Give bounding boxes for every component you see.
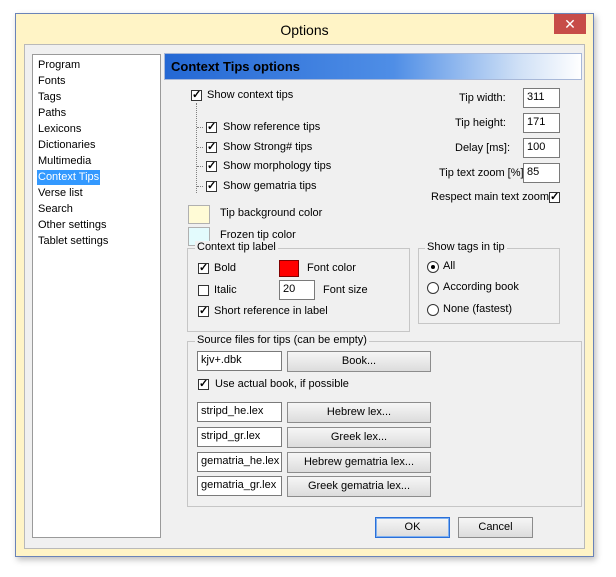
sidebar-item-lexicons[interactable]: Lexicons [37,122,82,137]
show-strong-tips-checkbox[interactable]: ✓ [206,142,217,153]
dialog-client-area: Program Fonts Tags Paths Lexicons Dictio… [24,44,585,549]
sidebar-item-fonts[interactable]: Fonts [37,74,67,89]
tip-text-zoom-field[interactable]: 85 [523,163,560,183]
tip-height-label: Tip height: [455,117,506,129]
respect-main-text-zoom-label: Respect main text zoom [431,191,549,203]
radio-selected-dot [431,265,435,269]
close-icon: ✕ [564,16,576,32]
show-tags-all-label: All [443,260,456,272]
short-reference-label: Short reference in label [214,305,328,317]
greek-gematria-lex-button[interactable]: Greek gematria lex... [287,476,431,497]
options-window: Options ✕ Program Fonts Tags Paths Lexic… [15,13,594,557]
font-size-field[interactable]: 20 [279,280,315,300]
show-tags-none-label: None (fastest) [443,303,513,315]
bold-checkbox[interactable]: ✓ [198,263,209,274]
source-files-group-title: Source files for tips (can be empty) [195,334,369,346]
greek-gematria-lex-field[interactable]: gematria_gr.lex [197,476,282,496]
sidebar-item-search[interactable]: Search [37,202,74,217]
sidebar-item-tablet-settings[interactable]: Tablet settings [37,234,109,249]
tree-branch [197,166,203,167]
font-color-label: Font color [307,262,356,274]
use-actual-book-label: Use actual book, if possible [215,378,349,390]
bold-label: Bold [214,262,237,274]
italic-checkbox[interactable] [198,285,209,296]
sidebar-item-other-settings[interactable]: Other settings [37,218,107,233]
use-actual-book-checkbox[interactable]: ✓ [198,379,209,390]
show-tags-according-book-radio[interactable] [427,282,439,294]
show-tags-according-book-label: According book [443,281,519,293]
section-title: Context Tips options [171,59,301,74]
font-color-swatch[interactable] [279,260,299,277]
tip-width-field[interactable]: 311 [523,88,560,108]
hebrew-gematria-lex-button[interactable]: Hebrew gematria lex... [287,452,431,473]
respect-main-text-zoom-checkbox[interactable]: ✓ [549,192,560,203]
hebrew-lex-button[interactable]: Hebrew lex... [287,402,431,423]
frozen-tip-color-label: Frozen tip color [220,229,296,241]
greek-lex-field[interactable]: stripd_gr.lex [197,427,282,447]
sidebar-item-paths[interactable]: Paths [37,106,67,121]
tip-height-field[interactable]: 171 [523,113,560,133]
show-morphology-tips-checkbox[interactable]: ✓ [206,161,217,172]
ok-button[interactable]: OK [375,517,450,538]
cancel-button[interactable]: Cancel [458,517,533,538]
tree-branch [197,127,203,128]
delay-label: Delay [ms]: [455,142,511,154]
hebrew-gematria-lex-field[interactable]: gematria_he.lex [197,452,282,472]
show-reference-tips-label: Show reference tips [223,121,321,133]
sidebar-item-multimedia[interactable]: Multimedia [37,154,92,169]
show-gematria-tips-checkbox[interactable]: ✓ [206,181,217,192]
tree-connector [196,103,197,193]
show-tags-group-title: Show tags in tip [425,241,507,253]
greek-lex-button[interactable]: Greek lex... [287,427,431,448]
hebrew-lex-field[interactable]: stripd_he.lex [197,402,282,422]
short-reference-checkbox[interactable]: ✓ [198,306,209,317]
italic-label: Italic [214,284,237,296]
sidebar-item-tags[interactable]: Tags [37,90,62,105]
sidebar-item-program[interactable]: Program [37,58,81,73]
show-context-tips-checkbox[interactable]: ✓ [191,90,202,101]
tree-branch [197,147,203,148]
context-tip-label-group-title: Context tip label [195,241,278,253]
category-list[interactable]: Program Fonts Tags Paths Lexicons Dictio… [32,54,161,538]
tip-background-color-swatch[interactable] [188,205,210,224]
show-context-tips-label: Show context tips [207,89,294,101]
title-bar[interactable]: Options ✕ [16,14,593,44]
tip-background-color-label: Tip background color [220,207,323,219]
tip-text-zoom-label: Tip text zoom [%] [439,167,524,179]
font-size-label: Font size [323,284,368,296]
delay-field[interactable]: 100 [523,138,560,158]
close-button[interactable]: ✕ [554,14,586,34]
sidebar-item-verse-list[interactable]: Verse list [37,186,84,201]
book-button[interactable]: Book... [287,351,431,372]
show-tags-all-radio[interactable] [427,261,439,273]
section-header: Context Tips options [164,53,582,80]
book-file-field[interactable]: kjv+.dbk [197,351,282,371]
tree-branch [197,186,203,187]
sidebar-item-dictionaries[interactable]: Dictionaries [37,138,96,153]
show-reference-tips-checkbox[interactable]: ✓ [206,122,217,133]
window-title: Options [280,22,329,38]
show-tags-none-radio[interactable] [427,304,439,316]
show-gematria-tips-label: Show gematria tips [223,180,317,192]
tip-width-label: Tip width: [459,92,506,104]
show-morphology-tips-label: Show morphology tips [223,160,332,172]
sidebar-item-context-tips[interactable]: Context Tips [37,170,101,185]
show-strong-tips-label: Show Strong# tips [223,141,313,153]
